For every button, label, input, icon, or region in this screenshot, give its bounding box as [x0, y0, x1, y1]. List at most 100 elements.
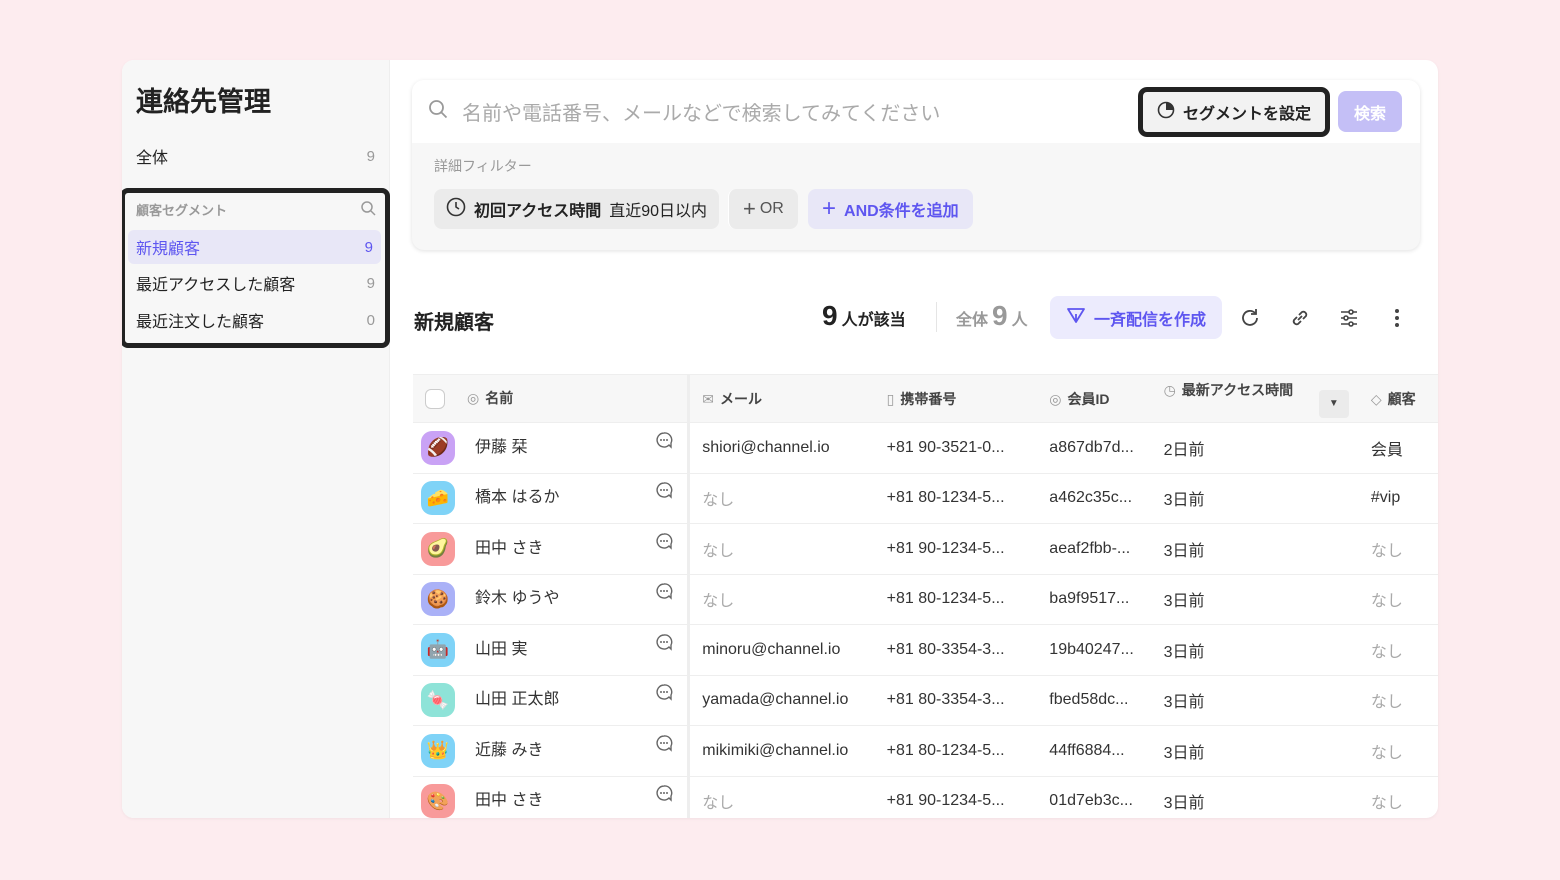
search-icon[interactable] — [360, 200, 376, 219]
cell-last-access: 3日前 — [1151, 624, 1359, 676]
count: 9 — [366, 147, 375, 165]
search-bar[interactable]: 名前や電話番号、メールなどで検索してみてください セグメントを設定 検索 — [412, 80, 1420, 143]
cell-member-id: a462c35c... — [1037, 473, 1152, 524]
column-email[interactable]: ✉ メール — [688, 374, 875, 423]
column-last-access[interactable]: ◷ 最新アクセス時間 ▼ — [1151, 374, 1359, 423]
search-panel: 名前や電話番号、メールなどで検索してみてください セグメントを設定 検索 詳細フ… — [412, 80, 1420, 250]
chat-icon[interactable] — [655, 532, 673, 553]
label: 最近注文した顧客 — [136, 314, 265, 331]
contact-name[interactable]: 鈴木 ゆうや — [475, 590, 559, 607]
search-button[interactable]: 検索 — [1338, 91, 1402, 132]
avatar: 🤖 — [421, 632, 455, 667]
cell-last-access: 3日前 — [1151, 675, 1359, 726]
cell-member-id: fbed58dc... — [1037, 675, 1152, 726]
contact-name[interactable]: 田中 さき — [475, 540, 543, 557]
avatar: 🍬 — [421, 683, 455, 718]
cell-customer-tag: なし — [1358, 624, 1438, 676]
chat-icon[interactable] — [655, 582, 673, 603]
table-row[interactable]: 👑 近藤 みき mikimiki@channel.io +81 80-1234-5… — [413, 725, 1438, 777]
avatar: 👑 — [421, 733, 455, 768]
cell-phone: +81 80-3354-3... — [874, 624, 1038, 676]
cell-member-id: 44ff6884... — [1037, 725, 1152, 777]
cell-customer-tag: #vip — [1358, 473, 1438, 524]
contact-name[interactable]: 近藤 みき — [475, 742, 543, 759]
sidebar-item-all[interactable]: 全体 9 — [136, 141, 375, 171]
chat-icon[interactable] — [655, 784, 673, 805]
chat-icon[interactable] — [655, 431, 673, 452]
contact-name[interactable]: 田中 さき — [475, 792, 543, 809]
cell-email: なし — [688, 523, 875, 575]
more-vertical-icon[interactable] — [1384, 305, 1410, 331]
search-input[interactable]: 名前や電話番号、メールなどで検索してみてください — [462, 97, 940, 126]
table-row[interactable]: 🥑 田中 さき なし +81 90-1234-5... aeaf2fbb-... … — [413, 523, 1438, 575]
contact-name[interactable]: 山田 正太郎 — [475, 691, 559, 708]
cell-last-access: 3日前 — [1151, 523, 1359, 575]
table-row[interactable]: 🍪 鈴木 ゆうや なし +81 80-1234-5... ba9f9517... … — [413, 574, 1438, 625]
cell-name: 🍪 鈴木 ゆうや — [413, 574, 691, 625]
chat-icon[interactable] — [655, 734, 673, 755]
select-all-checkbox[interactable] — [425, 389, 445, 410]
filter-value: 直近90日以内 — [609, 203, 708, 220]
table-row[interactable]: 🎨 田中 さき なし +81 90-1234-5... 01d7eb3c... 3… — [413, 776, 1438, 818]
cell-phone: +81 80-3354-3... — [874, 675, 1038, 726]
label: 一斉配信を作成 — [1094, 311, 1207, 329]
avatar: 🏈 — [421, 430, 455, 465]
mail-icon: ✉ — [702, 390, 714, 407]
contact-name[interactable]: 山田 実 — [475, 641, 527, 658]
label: 新規顧客 — [136, 241, 201, 258]
cell-phone: +81 80-1234-5... — [874, 574, 1038, 625]
cell-member-id: ba9f9517... — [1037, 574, 1152, 625]
contact-name[interactable]: 橋本 はるか — [475, 489, 559, 506]
user-icon: ◎ — [467, 389, 480, 406]
sidebar-item-segment[interactable]: 新規顧客 9 — [128, 230, 381, 264]
send-icon — [1066, 305, 1086, 330]
chat-icon[interactable] — [655, 481, 673, 502]
add-or-button[interactable]: + OR — [728, 189, 798, 229]
set-segment-button[interactable]: セグメントを設定 — [1137, 87, 1330, 137]
column-phone[interactable]: ▯ 携帯番号 — [874, 374, 1038, 423]
chat-icon[interactable] — [655, 683, 673, 704]
table-row[interactable]: 🧀 橋本 はるか なし +81 80-1234-5... a462c35c... … — [413, 473, 1438, 524]
cell-phone: +81 80-1234-5... — [874, 725, 1038, 777]
label: メール — [719, 390, 762, 407]
refresh-icon[interactable] — [1237, 305, 1263, 331]
plus-icon: + — [822, 195, 837, 222]
table-row[interactable]: 🏈 伊藤 栞 shiori@channel.io +81 90-3521-0...… — [413, 422, 1438, 474]
sidebar-item-segment[interactable]: 最近アクセスした顧客 9 — [136, 268, 375, 298]
cell-last-access: 3日前 — [1151, 776, 1359, 818]
table-row[interactable]: 🍬 山田 正太郎 yamada@channel.io +81 80-3354-3.… — [413, 675, 1438, 726]
cell-email: なし — [688, 473, 875, 524]
cell-email: mikimiki@channel.io — [688, 725, 875, 777]
segment-header: 顧客セグメント — [136, 200, 376, 219]
cell-name: 🍬 山田 正太郎 — [413, 675, 691, 726]
label: 会員ID — [1067, 390, 1110, 407]
cell-customer-tag: なし — [1358, 574, 1438, 625]
label: 全体 — [956, 312, 989, 329]
cell-last-access: 2日前 — [1151, 422, 1359, 474]
column-name[interactable]: ◎ 名前 — [413, 374, 691, 423]
cell-customer-tag: なし — [1358, 776, 1438, 818]
cell-member-id: 01d7eb3c... — [1037, 776, 1152, 818]
column-customer-tag[interactable]: ◇ 顧客 — [1358, 374, 1438, 423]
contacts-window: 連絡先管理 全体 9 顧客セグメント 新規顧客 9 最近アクセスした顧客 9 最近注文… — [122, 60, 1438, 818]
label: OR — [759, 200, 784, 217]
sort-dropdown-button[interactable]: ▼ — [1318, 389, 1349, 418]
filter-field: 初回アクセス時間 — [474, 203, 602, 220]
create-broadcast-button[interactable]: 一斉配信を作成 — [1050, 296, 1223, 339]
label: 最新アクセス時間 — [1181, 381, 1294, 398]
cell-member-id: aeaf2fbb-... — [1037, 523, 1152, 575]
link-icon[interactable] — [1287, 305, 1313, 331]
label: 最近アクセスした顧客 — [136, 277, 296, 294]
column-member-id[interactable]: ◎ 会員ID — [1037, 374, 1152, 423]
add-and-condition-button[interactable]: + AND条件を追加 — [808, 189, 973, 229]
clock-icon — [446, 197, 466, 222]
settings-sliders-icon[interactable] — [1336, 305, 1362, 331]
segment-title: 新規顧客 — [414, 312, 494, 334]
table-row[interactable]: 🤖 山田 実 minoru@channel.io +81 80-3354-3...… — [413, 624, 1438, 676]
label: 携帯番号 — [900, 390, 957, 407]
sidebar-item-segment[interactable]: 最近注文した顧客 0 — [136, 305, 375, 335]
contact-name[interactable]: 伊藤 栞 — [475, 439, 527, 456]
chat-icon[interactable] — [655, 633, 673, 654]
filter-chip[interactable]: 初回アクセス時間 直近90日以内 — [434, 189, 720, 229]
cell-last-access: 3日前 — [1151, 473, 1359, 524]
